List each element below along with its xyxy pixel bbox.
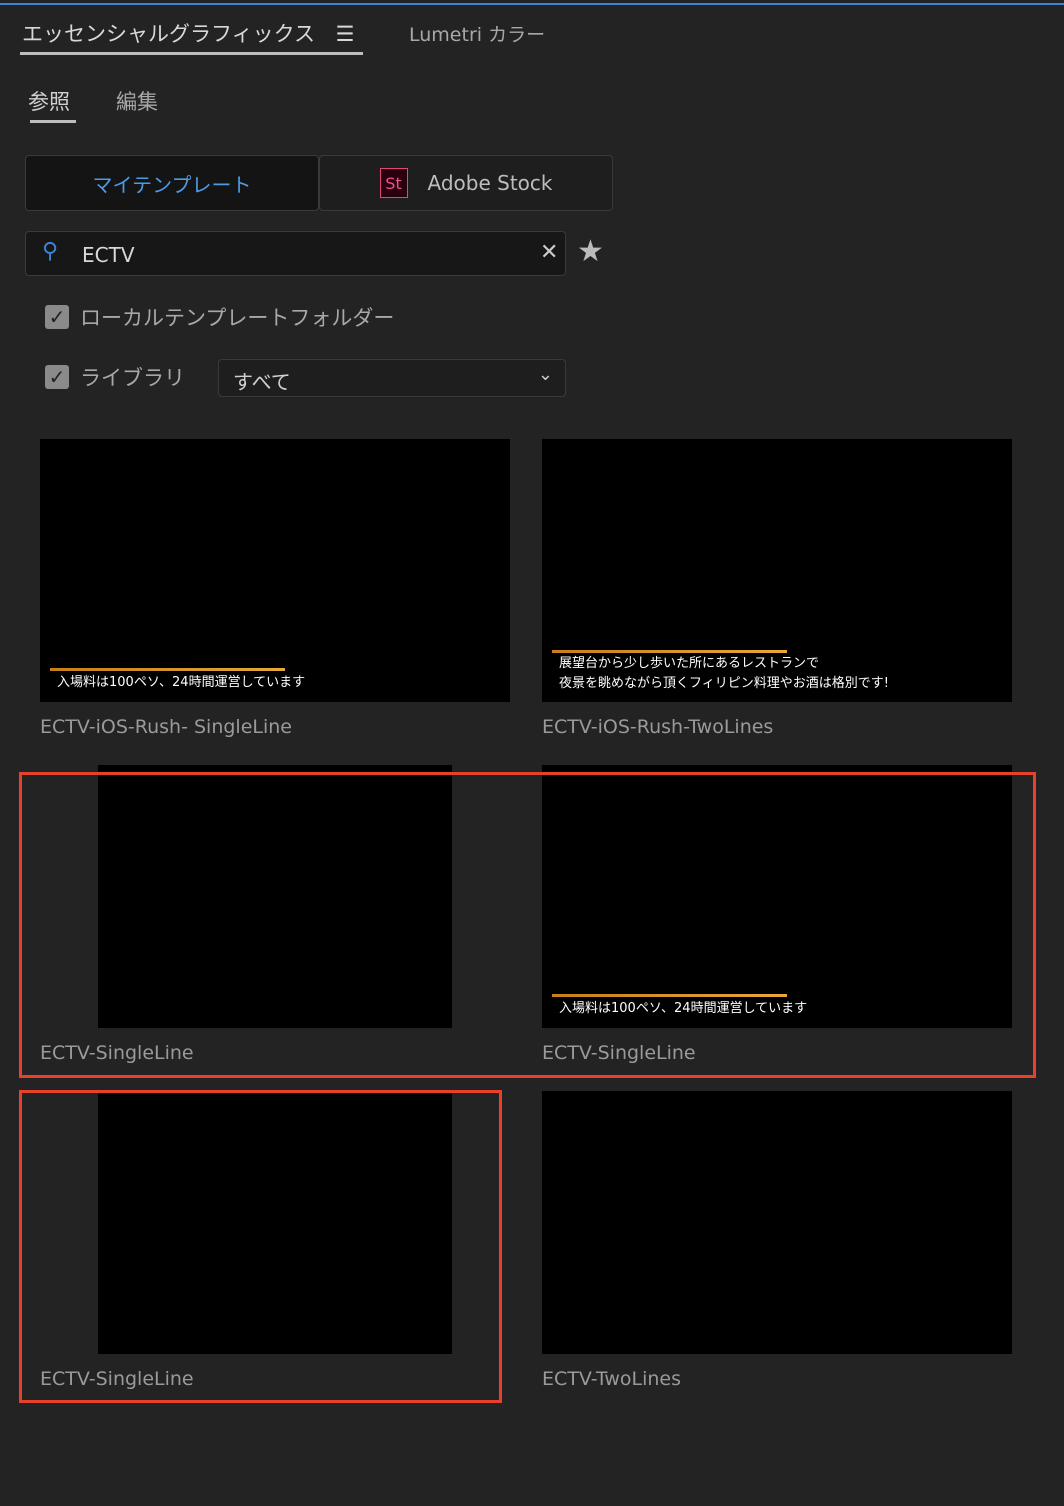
clear-search-icon[interactable]: ✕ — [540, 240, 558, 265]
template-name[interactable]: ECTV-TwoLines — [542, 1368, 681, 1390]
local-folder-checkbox[interactable]: ✓ — [45, 305, 69, 329]
subtab-edit[interactable]: 編集 — [116, 86, 158, 116]
search-input[interactable]: ⚲ ECTV ✕ — [25, 231, 566, 276]
template-thumbnail[interactable]: 入場料は100ペソ、24時間運営しています — [40, 439, 510, 702]
tab-lumetri-color[interactable]: Lumetri カラー — [409, 20, 545, 47]
caption-text: 夜景を眺めながら頂くフィリピン料理やお酒は格別です! — [559, 676, 889, 691]
subtab-browse[interactable]: 参照 — [28, 86, 70, 116]
tab-label: エッセンシャルグラフィックス — [22, 22, 315, 46]
caption-bar — [552, 650, 787, 653]
library-dropdown[interactable]: すべて ⌄ — [218, 359, 566, 397]
highlight-box — [19, 772, 1036, 1078]
panel-focus-line — [0, 3, 1064, 5]
library-checkbox[interactable]: ✓ — [45, 365, 69, 389]
highlight-box — [19, 1090, 502, 1403]
template-thumbnail[interactable] — [542, 1091, 1012, 1354]
local-folder-label: ローカルテンプレートフォルダー — [80, 306, 395, 330]
search-value: ECTV — [82, 243, 135, 267]
subtab-underline — [30, 120, 76, 123]
active-tab-underline — [20, 52, 363, 55]
adobe-stock-label: Adobe Stock — [427, 171, 553, 195]
chevron-down-icon: ⌄ — [537, 364, 553, 385]
library-label: ライブラリ — [80, 366, 185, 390]
caption-text: 展望台から少し歩いた所にあるレストランで — [559, 656, 820, 671]
panel-menu-icon[interactable]: ☰ — [336, 22, 355, 46]
template-thumbnail[interactable]: 展望台から少し歩いた所にあるレストランで 夜景を眺めながら頂くフィリピン料理やお… — [542, 439, 1012, 702]
library-selected: すべて — [233, 370, 291, 394]
my-templates-label: マイテンプレート — [92, 172, 252, 197]
caption-bar — [50, 668, 285, 671]
adobe-stock-button[interactable]: St Adobe Stock — [319, 155, 613, 211]
adobe-stock-icon: St — [379, 168, 408, 198]
my-templates-button[interactable]: マイテンプレート — [25, 155, 319, 211]
tab-essential-graphics[interactable]: エッセンシャルグラフィックス ☰ — [22, 18, 354, 48]
template-name[interactable]: ECTV-iOS-Rush-TwoLines — [542, 716, 773, 738]
search-icon: ⚲ — [42, 239, 59, 264]
caption-text: 入場料は100ペソ、24時間運営しています — [57, 675, 306, 690]
template-name[interactable]: ECTV-iOS-Rush- SingleLine — [40, 716, 292, 738]
favorite-star-icon[interactable]: ★ — [577, 234, 604, 269]
